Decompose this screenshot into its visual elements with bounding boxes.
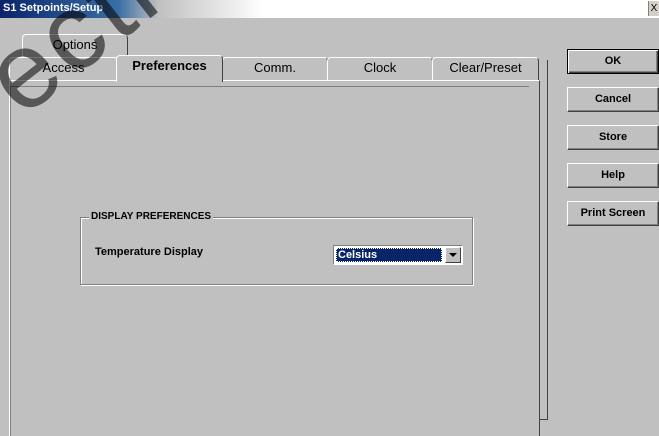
chevron-down-icon[interactable] [445,247,461,263]
print-screen-button-label: Print Screen [580,207,646,219]
tab-clear-preset[interactable]: Clear/Preset [432,57,539,80]
tab-stack-edge [539,60,548,420]
group-legend: DISPLAY PREFERENCES [89,211,214,222]
tab-options-label: Options [52,37,98,52]
tab-clock-label: Clock [363,60,397,75]
tab-clock[interactable]: Clock [327,57,433,80]
tab-clear-preset-label: Clear/Preset [449,60,522,75]
store-button-label: Store [598,131,628,143]
title-bar[interactable]: S1 Setpoints/Setup X [0,0,659,18]
temperature-display-select[interactable]: Celsius [333,245,463,265]
display-preferences-group: DISPLAY PREFERENCES Temperature Display … [80,211,473,285]
tab-options[interactable]: Options [22,34,128,57]
cancel-button-label: Cancel [594,93,632,105]
ok-button[interactable]: OK [567,49,659,74]
tab-access[interactable]: Access [9,57,118,80]
store-button[interactable]: Store [567,125,659,150]
help-button[interactable]: Help [567,163,659,188]
tab-preferences[interactable]: Preferences [116,55,223,82]
tab-comm[interactable]: Comm. [222,57,328,80]
tab-comm-label: Comm. [254,60,296,75]
help-button-label: Help [601,169,625,181]
temperature-display-value: Celsius [336,248,442,262]
setpoints-setup-window: S1 Setpoints/Setup X Options Access Pref… [0,0,659,436]
window-title: S1 Setpoints/Setup [3,2,104,14]
tab-access-label: Access [42,60,85,75]
ok-button-label: OK [604,55,622,67]
tab-preferences-label: Preferences [132,58,207,73]
cancel-button[interactable]: Cancel [567,87,659,112]
print-screen-button[interactable]: Print Screen [567,201,659,226]
close-icon[interactable]: X [648,1,659,16]
temperature-display-label: Temperature Display [95,246,204,258]
